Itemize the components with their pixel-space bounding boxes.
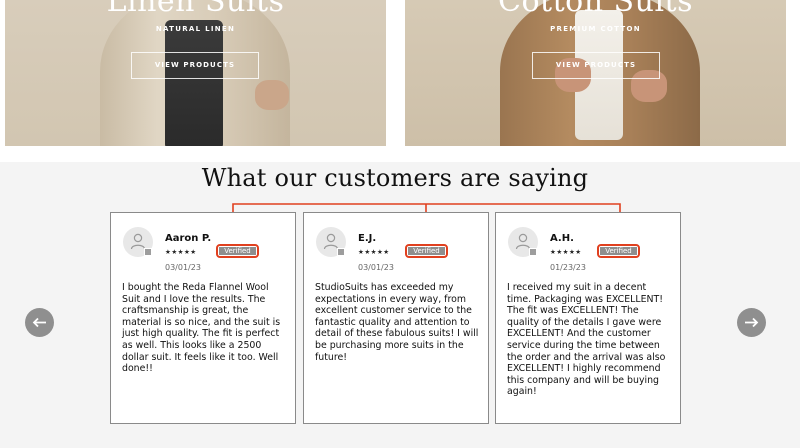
- verified-buyer-icon: [529, 248, 537, 256]
- view-products-button[interactable]: VIEW PRODUCTS: [532, 52, 660, 79]
- review-text: StudioSuits has exceeded my expectations…: [315, 282, 479, 363]
- review-date: 01/23/23: [550, 263, 586, 272]
- star-rating: ★★★★★: [165, 248, 197, 256]
- user-icon: [508, 227, 538, 257]
- review-card: E.J. ★★★★★ Verified 03/01/23 StudioSuits…: [303, 212, 489, 424]
- arrow-left-icon: [32, 317, 46, 328]
- view-products-button[interactable]: VIEW PRODUCTS: [131, 52, 259, 79]
- review-text: I bought the Reda Flannel Wool Suit and …: [122, 282, 281, 375]
- carousel-prev-button[interactable]: [25, 308, 54, 337]
- review-date: 03/01/23: [358, 263, 394, 272]
- verified-badge: Verified: [405, 244, 448, 258]
- verified-buyer-icon: [337, 248, 345, 256]
- star-rating: ★★★★★: [358, 248, 390, 256]
- verified-badge: Verified: [216, 244, 259, 258]
- product-tile-linen[interactable]: Linen Suits NATURAL LINEN VIEW PRODUCTS: [5, 0, 386, 146]
- linen-shirt-image: [165, 20, 223, 146]
- review-text: I received my suit in a decent time. Pac…: [507, 282, 666, 398]
- linen-hand-image: [255, 80, 289, 110]
- tile-subtitle: PREMIUM COTTON: [550, 25, 641, 33]
- tile-title: Cotton Suits: [498, 0, 693, 19]
- product-tile-cotton[interactable]: Cotton Suits PREMIUM COTTON VIEW PRODUCT…: [405, 0, 786, 146]
- reviewer-name: E.J.: [358, 233, 377, 244]
- verified-label: Verified: [600, 247, 637, 255]
- arrow-right-icon: [745, 317, 759, 328]
- review-card: Aaron P. ★★★★★ Verified 03/01/23 I bough…: [110, 212, 296, 424]
- review-date: 03/01/23: [165, 263, 201, 272]
- verified-badge: Verified: [597, 244, 640, 258]
- tile-title: Linen Suits: [106, 0, 285, 19]
- user-icon: [123, 227, 153, 257]
- star-rating: ★★★★★: [550, 248, 582, 256]
- verified-buyer-icon: [144, 248, 152, 256]
- verified-label: Verified: [219, 247, 256, 255]
- verified-label: Verified: [408, 247, 445, 255]
- reviewer-name: A.H.: [550, 233, 574, 244]
- testimonials-section: What our customers are saying Aaron P. ★…: [0, 162, 800, 448]
- user-icon: [316, 227, 346, 257]
- carousel-next-button[interactable]: [737, 308, 766, 337]
- review-card: A.H. ★★★★★ Verified 01/23/23 I received …: [495, 212, 681, 424]
- tile-subtitle: NATURAL LINEN: [155, 25, 236, 33]
- reviewer-name: Aaron P.: [165, 233, 212, 244]
